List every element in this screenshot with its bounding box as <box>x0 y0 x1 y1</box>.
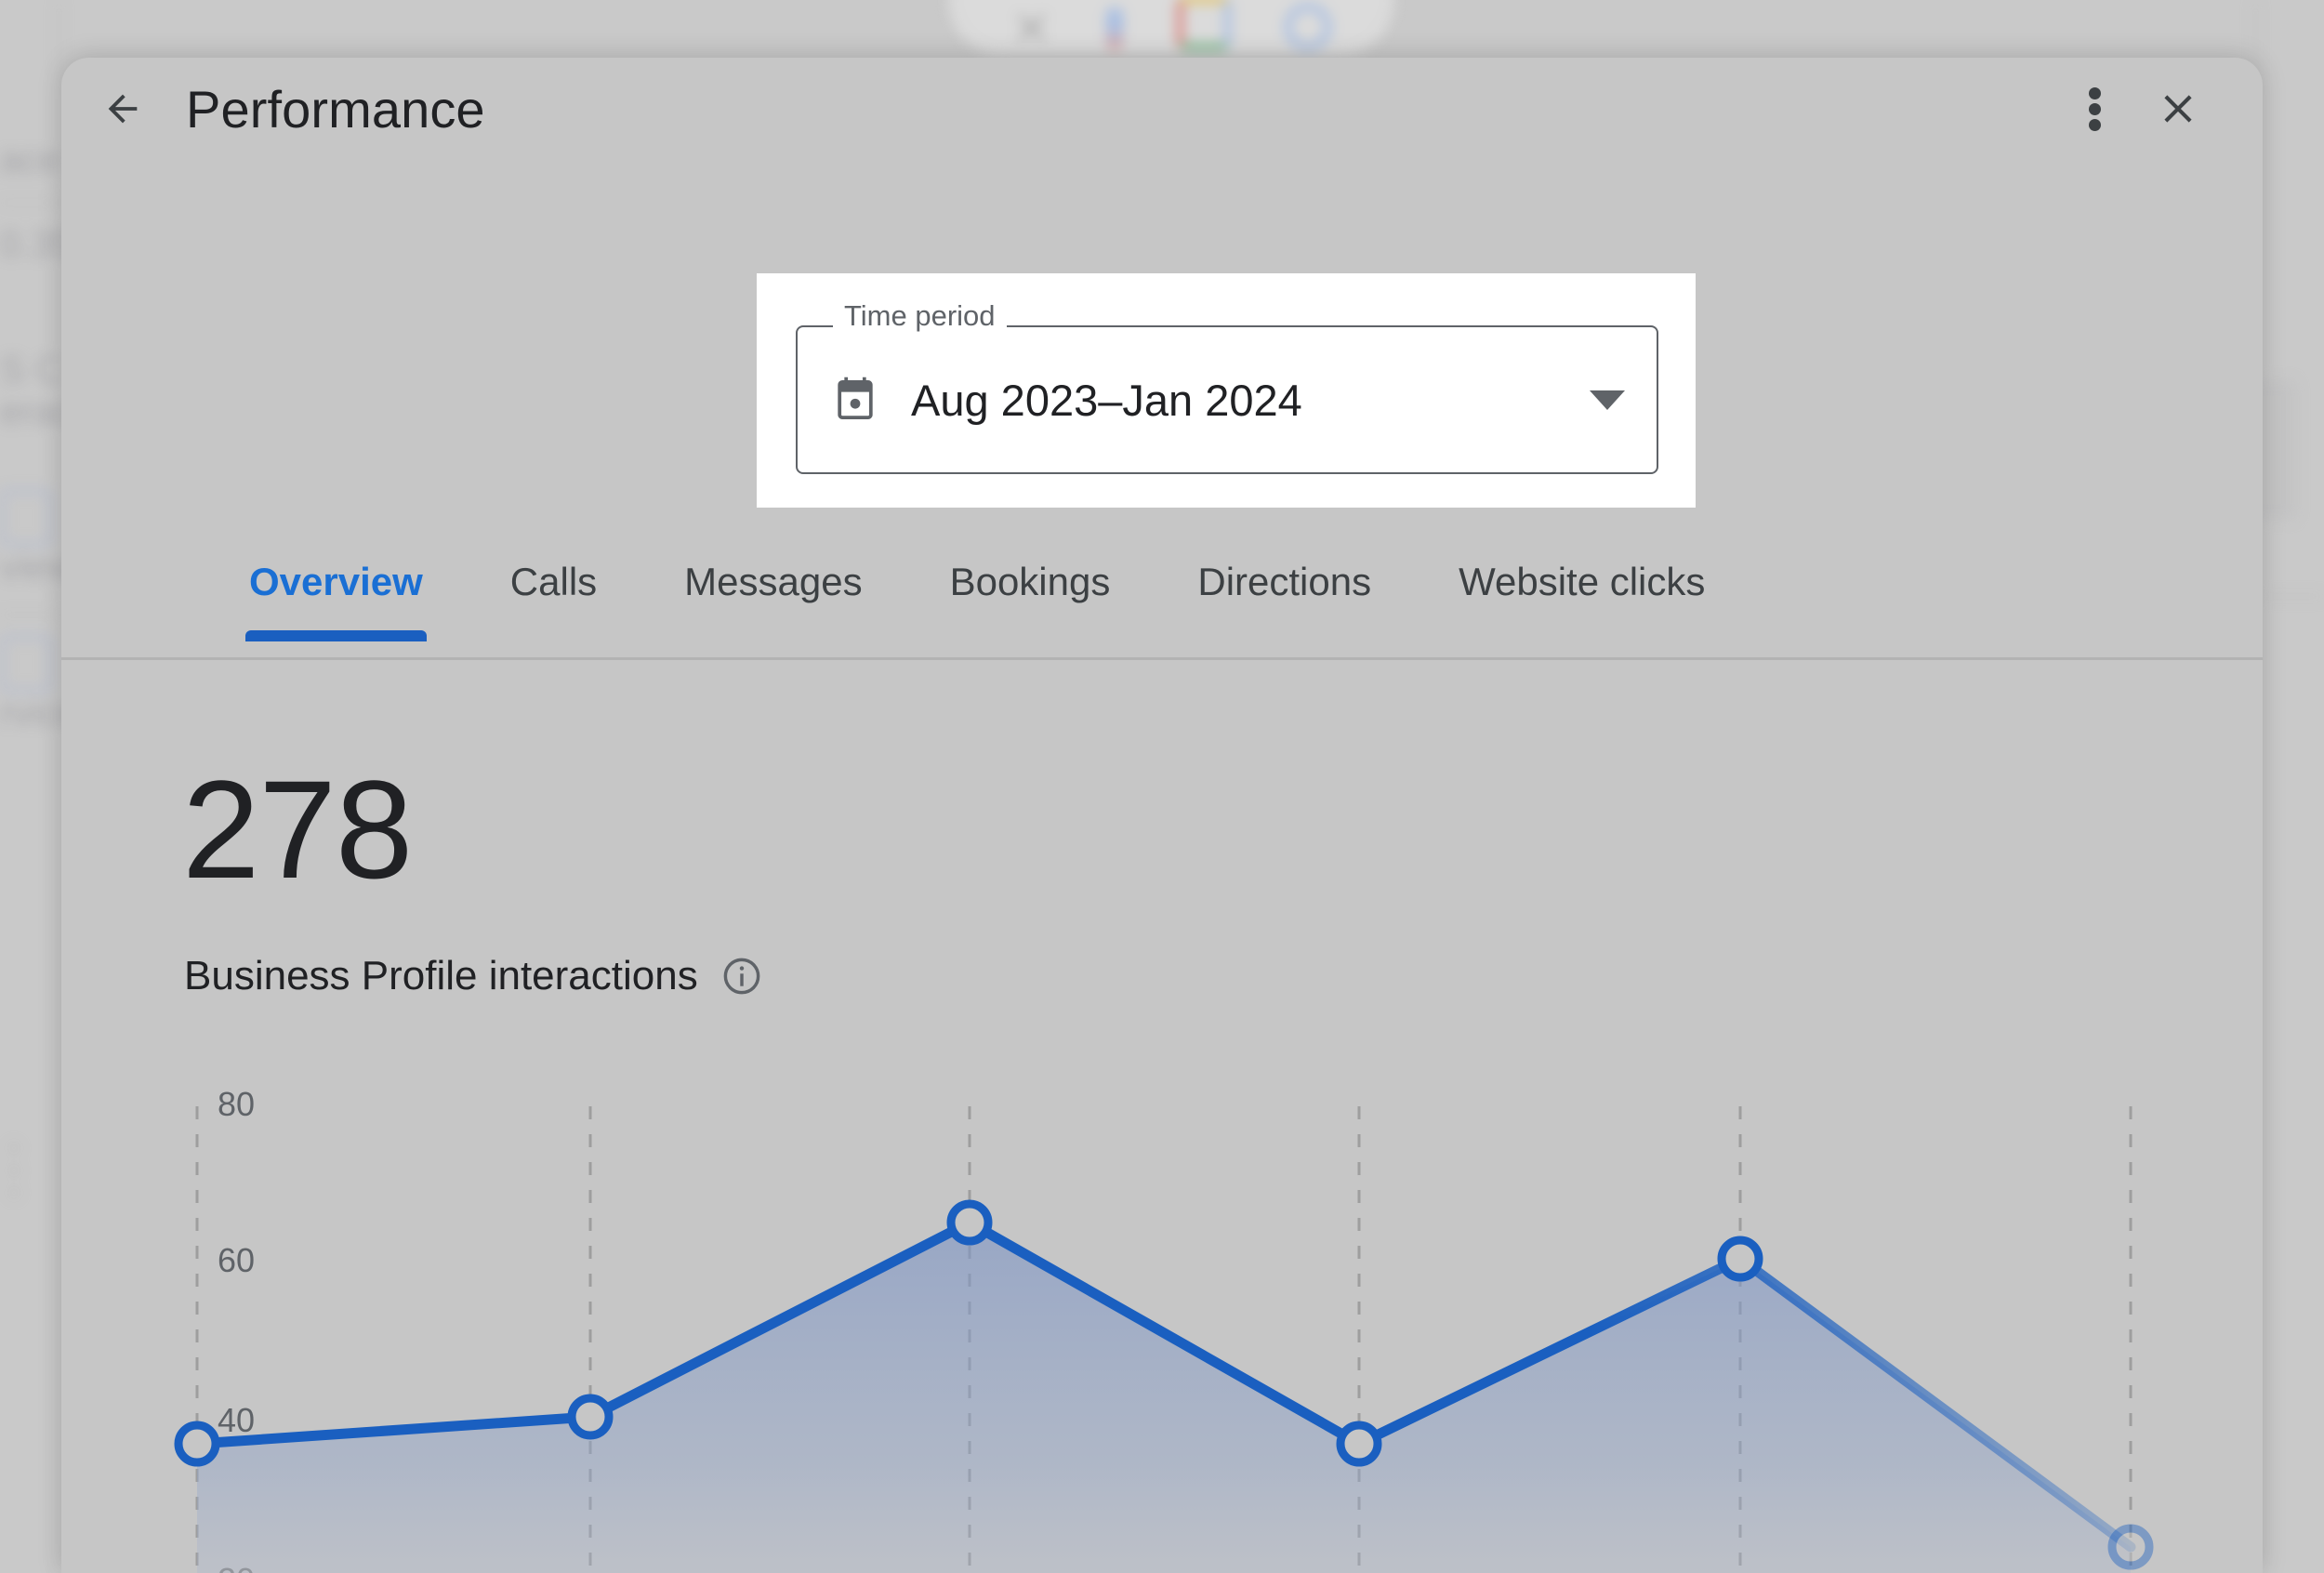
time-period-select[interactable]: Aug 2023–Jan 2024 <box>796 325 1658 474</box>
y-tick-20: 20 <box>218 1561 255 1573</box>
data-point[interactable] <box>2107 1524 2154 1570</box>
mic-icon <box>1106 7 1123 50</box>
data-point[interactable] <box>174 1421 220 1467</box>
chart-area-fill <box>197 1223 2131 1573</box>
tab-website-clicks[interactable]: Website clicks <box>1459 545 1705 604</box>
background-chip <box>0 635 52 693</box>
metric-label-row: Business Profile interactions <box>184 953 763 999</box>
close-icon <box>2164 95 2192 123</box>
metric-label: Business Profile interactions <box>184 953 698 998</box>
dialog-header: Performance <box>61 58 2263 160</box>
data-point[interactable] <box>1717 1236 1763 1282</box>
y-tick-40: 40 <box>218 1401 255 1439</box>
time-period-legend: Time period <box>833 301 1007 331</box>
tab-calls[interactable]: Calls <box>510 545 597 604</box>
info-icon[interactable] <box>720 955 763 998</box>
tab-label: Directions <box>1197 560 1372 603</box>
arrow-left-icon <box>108 94 138 124</box>
page-title: Performance <box>186 79 485 139</box>
interactions-chart[interactable]: 80 60 40 20 <box>61 1043 2263 1573</box>
tab-label: Bookings <box>949 560 1111 603</box>
background-chip <box>0 489 52 547</box>
tab-messages[interactable]: Messages <box>684 545 862 604</box>
close-button[interactable] <box>2136 67 2220 151</box>
active-tab-indicator <box>245 630 427 641</box>
tab-overview[interactable]: Overview <box>245 545 427 641</box>
tab-bookings[interactable]: Bookings <box>950 545 1111 604</box>
tab-bar: Overview Calls Messages Bookings Directi… <box>61 545 2263 658</box>
calendar-icon <box>838 377 873 419</box>
performance-dialog: Performance Aug 2023–Jan 2024 Time perio… <box>61 58 2263 1573</box>
metric-value: 278 <box>182 751 413 907</box>
kebab-icon <box>2088 84 2101 135</box>
data-point[interactable] <box>567 1394 614 1440</box>
more-options-button[interactable] <box>2053 67 2136 151</box>
tab-label: Overview <box>249 560 423 603</box>
back-button[interactable] <box>78 64 167 153</box>
background-kebab-icon <box>9 1143 19 1199</box>
tab-bar-divider <box>61 657 2263 660</box>
y-tick-60: 60 <box>218 1241 255 1279</box>
tab-label: Website clicks <box>1459 560 1706 603</box>
search-icon <box>1285 4 1331 50</box>
tab-label: Messages <box>684 560 863 603</box>
time-period-value: Aug 2023–Jan 2024 <box>911 375 1302 425</box>
tab-label: Calls <box>509 560 598 603</box>
close-icon: ✕ <box>1011 3 1052 57</box>
data-point[interactable] <box>1336 1421 1382 1467</box>
y-tick-80: 80 <box>218 1085 255 1123</box>
lens-icon <box>1177 0 1231 50</box>
tab-directions[interactable]: Directions <box>1197 545 1371 604</box>
background-search-bar: ✕ <box>948 0 1394 56</box>
chevron-down-icon <box>1590 390 1625 410</box>
data-point[interactable] <box>946 1199 993 1246</box>
chart-svg: 80 60 40 20 <box>174 1085 2154 1573</box>
